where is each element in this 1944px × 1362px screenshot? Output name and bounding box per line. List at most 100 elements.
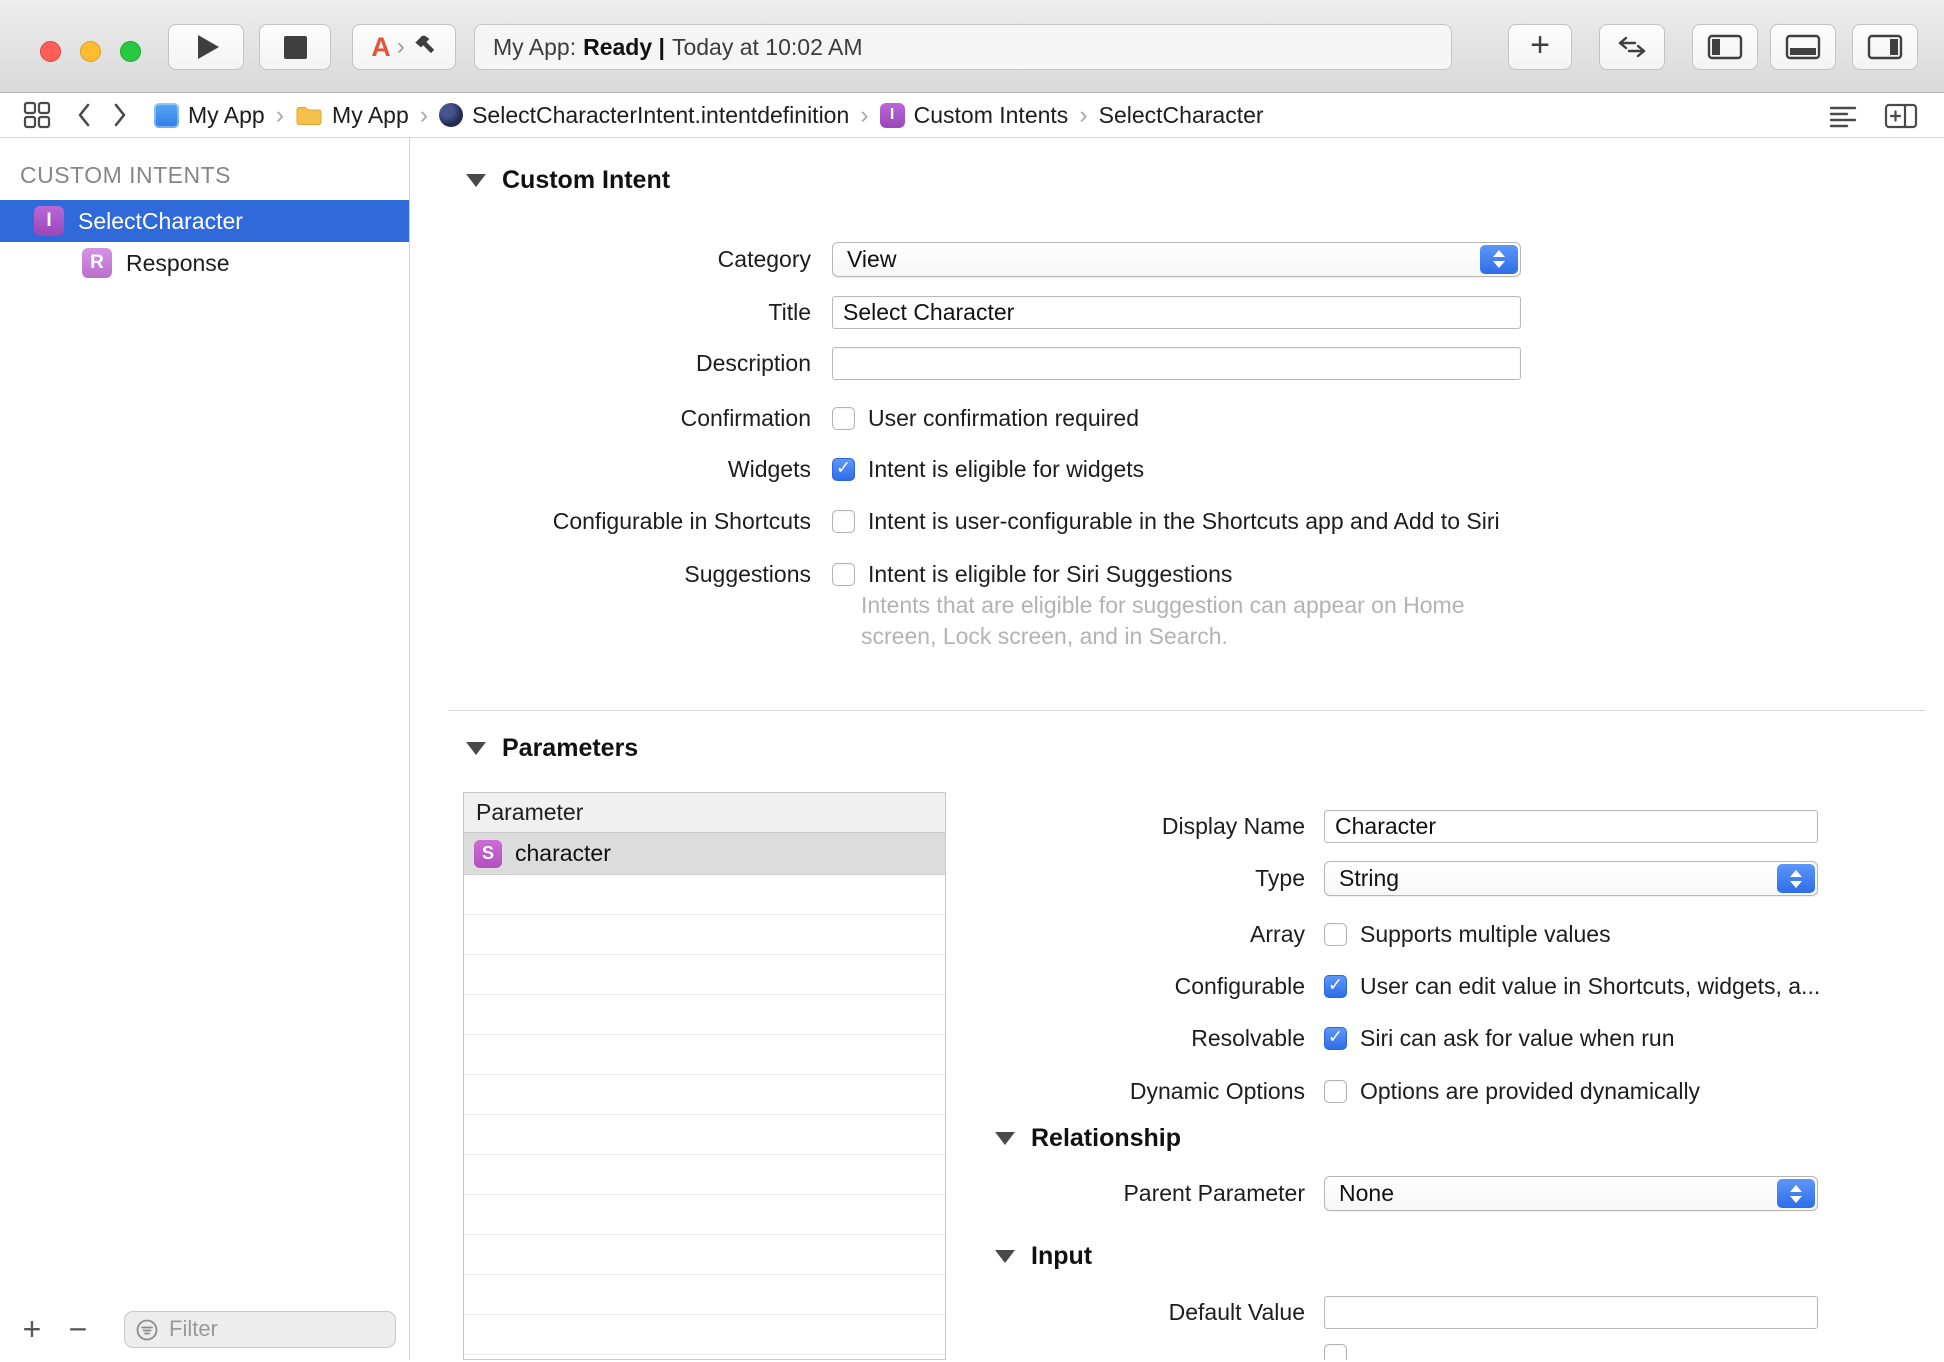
custom-intent-section-header: Custom Intent: [466, 166, 670, 195]
minimap-lines-icon[interactable]: [1828, 104, 1858, 128]
dynamic-options-row: Dynamic Options Options are provided dyn…: [929, 1077, 1700, 1105]
title-label: Title: [768, 299, 811, 325]
run-button[interactable]: [168, 24, 244, 70]
toggle-navigator-button[interactable]: [1692, 24, 1758, 70]
close-window-button[interactable]: [40, 41, 61, 62]
parameter-empty-row: [464, 995, 945, 1035]
configurable-checkbox-label[interactable]: User can edit value in Shortcuts, widget…: [1360, 973, 1820, 1000]
popup-stepper-icon: [1777, 1179, 1815, 1208]
disclosure-triangle-icon[interactable]: [995, 1132, 1015, 1145]
category-popup[interactable]: View: [832, 241, 1521, 277]
shortcuts-checkbox-label[interactable]: Intent is user-configurable in the Short…: [868, 508, 1500, 535]
filter-input[interactable]: [124, 1310, 396, 1348]
suggestions-checkbox-label[interactable]: Intent is eligible for Siri Suggestions: [868, 561, 1232, 588]
breadcrumb-file[interactable]: SelectCharacterIntent.intentdefinition: [439, 102, 849, 129]
go-back-button[interactable]: [76, 102, 92, 128]
clipped-checkbox[interactable]: [1324, 1344, 1347, 1360]
toggle-inspector-button[interactable]: [1852, 24, 1918, 70]
intents-sidebar: CUSTOM INTENTS I SelectCharacter R Respo…: [0, 138, 410, 1360]
parent-parameter-row: Parent Parameter None: [929, 1176, 1818, 1211]
resolvable-row: Resolvable Siri can ask for value when r…: [929, 1025, 1675, 1052]
resolvable-checkbox-label[interactable]: Siri can ask for value when run: [1360, 1025, 1675, 1052]
suggestions-help-text: Intents that are eligible for suggestion…: [861, 592, 1465, 649]
type-popup[interactable]: String: [1324, 861, 1818, 896]
breadcrumb-separator: ›: [275, 100, 285, 129]
configurable-row: Configurable User can edit value in Shor…: [929, 972, 1821, 1000]
description-row: Description: [410, 347, 1521, 380]
add-editor-icon[interactable]: [1884, 103, 1918, 129]
chevron-right-icon: ›: [396, 33, 405, 60]
toggle-debug-area-button[interactable]: [1770, 24, 1836, 70]
parameter-name: character: [515, 840, 611, 866]
filter-icon: [135, 1318, 159, 1347]
configurable-label: Configurable: [1174, 972, 1305, 999]
type-label: Type: [1255, 865, 1305, 891]
parent-parameter-popup[interactable]: None: [1324, 1176, 1818, 1211]
parameter-empty-row: [464, 1195, 945, 1235]
display-name-label: Display Name: [1161, 813, 1305, 839]
response-badge-icon: R: [82, 248, 112, 278]
filter-field-wrap: [124, 1310, 396, 1348]
app-scheme-icon: A: [371, 31, 391, 62]
parameter-row-character[interactable]: S character: [464, 833, 945, 875]
description-input[interactable]: [832, 347, 1521, 380]
disclosure-triangle-icon[interactable]: [466, 174, 486, 187]
confirmation-checkbox-label[interactable]: User confirmation required: [868, 405, 1139, 432]
parameter-empty-row: [464, 1075, 945, 1115]
parameters-section-header: Parameters: [466, 734, 638, 763]
disclosure-triangle-icon[interactable]: [995, 1250, 1015, 1263]
parameter-empty-row: [464, 1115, 945, 1155]
jump-bar-right: [1828, 93, 1944, 138]
go-forward-button[interactable]: [112, 102, 128, 128]
dynamic-options-checkbox[interactable]: [1324, 1079, 1347, 1103]
add-intent-button[interactable]: +: [14, 1313, 50, 1345]
confirmation-row: Confirmation User confirmation required: [410, 405, 1139, 432]
scheme-selector[interactable]: A ›: [352, 24, 456, 70]
minimize-window-button[interactable]: [80, 41, 101, 62]
widgets-checkbox[interactable]: [832, 457, 855, 481]
remove-intent-button[interactable]: −: [60, 1313, 96, 1345]
dynamic-options-label: Dynamic Options: [1129, 1077, 1305, 1104]
confirmation-checkbox[interactable]: [832, 406, 855, 430]
bottom-panel-icon: [1785, 33, 1821, 61]
jump-bar: My App › My App › SelectCharacterIntent.…: [0, 93, 1944, 138]
section-title: Input: [1031, 1242, 1093, 1270]
title-row: Title: [410, 296, 1521, 329]
configurable-checkbox[interactable]: [1324, 974, 1347, 998]
category-row: Category View: [410, 241, 1521, 277]
breadcrumb-separator: ›: [419, 100, 429, 129]
parameter-empty-row: [464, 875, 945, 915]
suggestions-checkbox[interactable]: [832, 562, 855, 586]
status-state: Ready |: [583, 33, 665, 60]
stop-button[interactable]: [259, 24, 331, 70]
parameters-table: Parameter S character: [463, 792, 946, 1360]
intent-editor: Custom Intent Category View Title Descri…: [410, 138, 1944, 1360]
sidebar-item-response[interactable]: R Response: [0, 242, 409, 284]
display-name-input[interactable]: [1324, 810, 1818, 843]
breadcrumb-group[interactable]: My App: [295, 102, 409, 129]
code-review-button[interactable]: [1599, 24, 1665, 70]
sidebar-item-selectcharacter[interactable]: I SelectCharacter: [0, 200, 409, 242]
breadcrumb-custom-intents[interactable]: I Custom Intents: [879, 102, 1068, 129]
popup-stepper-icon: [1777, 864, 1815, 893]
library-add-button[interactable]: +: [1508, 24, 1572, 70]
shortcuts-checkbox[interactable]: [832, 509, 855, 533]
resolvable-checkbox[interactable]: [1324, 1026, 1347, 1050]
shortcuts-row: Configurable in Shortcuts Intent is user…: [410, 507, 1500, 535]
dynamic-options-checkbox-label[interactable]: Options are provided dynamically: [1360, 1078, 1700, 1105]
array-checkbox-label[interactable]: Supports multiple values: [1360, 921, 1611, 948]
default-value-input[interactable]: [1324, 1296, 1818, 1329]
shortcuts-label: Configurable in Shortcuts: [552, 507, 811, 534]
title-input[interactable]: [832, 296, 1521, 329]
disclosure-triangle-icon[interactable]: [466, 742, 486, 755]
breadcrumb-select-character[interactable]: SelectCharacter: [1099, 102, 1264, 129]
breadcrumb-label: SelectCharacterIntent.intentdefinition: [472, 101, 850, 128]
category-label: Category: [717, 245, 811, 272]
array-checkbox[interactable]: [1324, 922, 1347, 946]
widgets-checkbox-label[interactable]: Intent is eligible for widgets: [868, 456, 1144, 483]
zoom-window-button[interactable]: [120, 41, 141, 62]
breadcrumb-project[interactable]: My App: [154, 102, 265, 129]
widgets-row: Widgets Intent is eligible for widgets: [410, 456, 1144, 483]
related-items-icon[interactable]: [22, 100, 52, 130]
input-section-header: Input: [995, 1242, 1092, 1271]
